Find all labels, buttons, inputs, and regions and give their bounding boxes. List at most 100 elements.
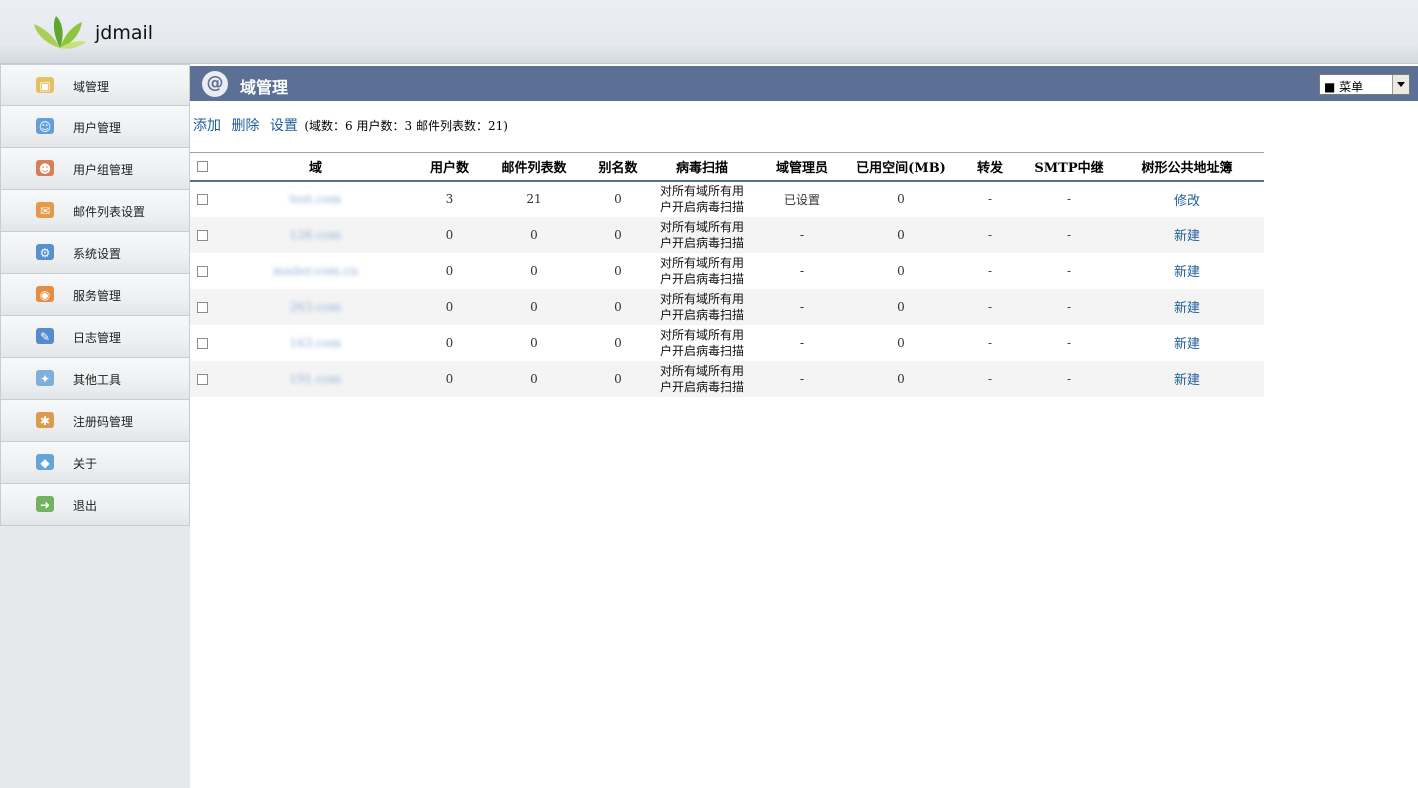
sidebar-item-label: 服务管理 <box>73 289 122 303</box>
svg-text:✎: ✎ <box>40 330 50 344</box>
about-icon: ◆ <box>34 451 58 473</box>
table-row: 191.com 0 0 0 对所有域所有用户开启病毒扫描 - 0 - - 新建 <box>190 360 1264 397</box>
action-bar: 添加 删除 设置 (域数：6 用户数：3 邮件列表数：21) <box>193 115 508 135</box>
system-icon: ⚙ <box>34 241 58 263</box>
address-book-cell: 新建 <box>1110 217 1264 253</box>
svg-text:☻: ☻ <box>39 162 52 176</box>
new-address-book-link[interactable]: 新建 <box>1174 373 1200 388</box>
sidebar-item-group[interactable]: ☻ 用户组管理 <box>0 148 190 190</box>
sidebar: ▣ 域管理 ☺ 用户管理 ☻ 用户组管理 ✉ 邮件列表设置 ⚙ 系统设置 ◉ 服务管理 ✎ 日志管理 ✦ 其他… <box>0 64 190 788</box>
domain-admin-cell: - <box>799 299 805 314</box>
address-book-cell: 新建 <box>1110 361 1264 397</box>
sidebar-item-about[interactable]: ◆ 关于 <box>0 442 190 484</box>
domain-name-link[interactable]: 263.com <box>289 300 341 314</box>
row-checkbox[interactable] <box>196 337 208 349</box>
domain-name-link[interactable]: 126.com <box>289 228 341 242</box>
domain-cell: 126.com <box>214 217 417 253</box>
virus-scan-cell: 对所有域所有用户开启病毒扫描 <box>659 291 744 322</box>
table-header-row: 域 用户数 邮件列表数 别名数 病毒扫描 域管理员 已用空间(MB) 转发 SM… <box>190 152 1264 181</box>
forward-cell: - <box>987 371 993 386</box>
domain-cell: 163.com <box>214 325 417 361</box>
col-domain-admin: 域管理员 <box>775 160 828 176</box>
sidebar-item-label: 用户组管理 <box>73 163 134 177</box>
virus-scan-cell: 对所有域所有用户开启病毒扫描 <box>659 184 744 214</box>
domain-name-link[interactable]: mailer.com.cn <box>273 264 358 278</box>
new-address-book-link[interactable]: 新建 <box>1174 301 1200 316</box>
used-space-cell: 0 <box>897 192 905 206</box>
address-book-cell: 修改 <box>1110 181 1264 217</box>
forward-cell: - <box>987 335 993 350</box>
sidebar-item-system[interactable]: ⚙ 系统设置 <box>0 232 190 274</box>
settings-link[interactable]: 设置 <box>270 118 298 134</box>
domain-name-link[interactable]: 191.com <box>289 372 341 386</box>
sidebar-item-log[interactable]: ✎ 日志管理 <box>0 316 190 358</box>
smtp-relay-cell: - <box>1066 227 1072 242</box>
table-row: test.com 3 21 0 对所有域所有用户开启病毒扫描 已设置 0 - - 修改 <box>190 181 1264 217</box>
aliases-cell: 0 <box>614 371 622 386</box>
menu-select-value: ■ 菜单 <box>1324 80 1364 94</box>
col-used-space: 已用空间(MB) <box>856 160 946 176</box>
select-all-checkbox[interactable] <box>196 160 208 172</box>
svg-text:☺: ☺ <box>39 120 52 134</box>
sidebar-item-service[interactable]: ◉ 服务管理 <box>0 274 190 316</box>
domain-cell: test.com <box>214 181 417 217</box>
sidebar-item-tools[interactable]: ✦ 其他工具 <box>0 358 190 400</box>
domain-name-link[interactable]: 163.com <box>289 336 341 350</box>
aliases-cell: 0 <box>614 192 622 206</box>
svg-text:✉: ✉ <box>40 204 50 218</box>
edit-address-book-link[interactable]: 修改 <box>1174 194 1200 209</box>
col-domain: 域 <box>308 160 322 176</box>
address-book-cell: 新建 <box>1110 325 1264 361</box>
smtp-relay-cell: - <box>1066 263 1072 278</box>
users-cell: 0 <box>445 299 454 314</box>
sidebar-item-label: 关于 <box>73 457 98 471</box>
sidebar-item-user[interactable]: ☺ 用户管理 <box>0 106 190 148</box>
sidebar-item-domain[interactable]: ▣ 域管理 <box>0 64 190 106</box>
row-checkbox[interactable] <box>196 194 208 205</box>
svg-text:▣: ▣ <box>39 79 50 93</box>
chevron-down-icon[interactable] <box>1392 75 1409 94</box>
new-address-book-link[interactable]: 新建 <box>1174 337 1200 352</box>
domain-admin-cell: - <box>799 371 805 386</box>
license-icon: ✱ <box>34 409 58 431</box>
at-sign-icon: @ <box>202 71 228 97</box>
svg-text:✦: ✦ <box>40 372 50 386</box>
delete-link[interactable]: 删除 <box>231 118 259 134</box>
domain-name-link[interactable]: test.com <box>289 192 341 206</box>
log-icon: ✎ <box>34 325 58 347</box>
col-virus-scan: 病毒扫描 <box>675 160 728 176</box>
sidebar-item-label: 用户管理 <box>73 121 122 135</box>
row-select-cell <box>190 361 214 397</box>
page-title: 域管理 <box>240 78 289 97</box>
forward-cell: - <box>987 192 993 206</box>
leaf-logo-icon <box>34 16 86 49</box>
row-checkbox[interactable] <box>196 373 208 385</box>
address-book-cell: 新建 <box>1110 289 1264 325</box>
sidebar-item-label: 域管理 <box>73 80 110 94</box>
col-forward: 转发 <box>976 160 1003 176</box>
sidebar-item-label: 退出 <box>73 499 98 513</box>
add-link[interactable]: 添加 <box>193 118 221 134</box>
sidebar-item-license[interactable]: ✱ 注册码管理 <box>0 400 190 442</box>
user-icon: ☺ <box>34 115 58 137</box>
new-address-book-link[interactable]: 新建 <box>1174 265 1200 280</box>
sidebar-item-mail-list[interactable]: ✉ 邮件列表设置 <box>0 190 190 232</box>
group-icon: ☻ <box>34 157 58 179</box>
new-address-book-link[interactable]: 新建 <box>1174 229 1200 244</box>
menu-select[interactable]: ■ 菜单 <box>1319 74 1410 95</box>
row-checkbox[interactable] <box>196 229 208 241</box>
table-row: 263.com 0 0 0 对所有域所有用户开启病毒扫描 - 0 - - 新建 <box>190 288 1264 325</box>
col-mail-lists: 邮件列表数 <box>501 160 567 176</box>
table-row: 163.com 0 0 0 对所有域所有用户开启病毒扫描 - 0 - - 新建 <box>190 325 1264 361</box>
sidebar-item-logout[interactable]: ➜ 退出 <box>0 484 190 526</box>
tools-icon: ✦ <box>34 367 58 389</box>
mail-lists-cell: 0 <box>530 227 538 242</box>
row-checkbox[interactable] <box>196 301 208 313</box>
used-space-cell: 0 <box>897 371 905 386</box>
service-icon: ◉ <box>34 283 58 305</box>
domain-admin-cell: - <box>799 263 805 278</box>
mail-lists-cell: 0 <box>530 335 538 350</box>
row-checkbox[interactable] <box>196 265 208 277</box>
domain-cell: mailer.com.cn <box>214 253 417 289</box>
brand-name: jdmail <box>95 22 154 44</box>
